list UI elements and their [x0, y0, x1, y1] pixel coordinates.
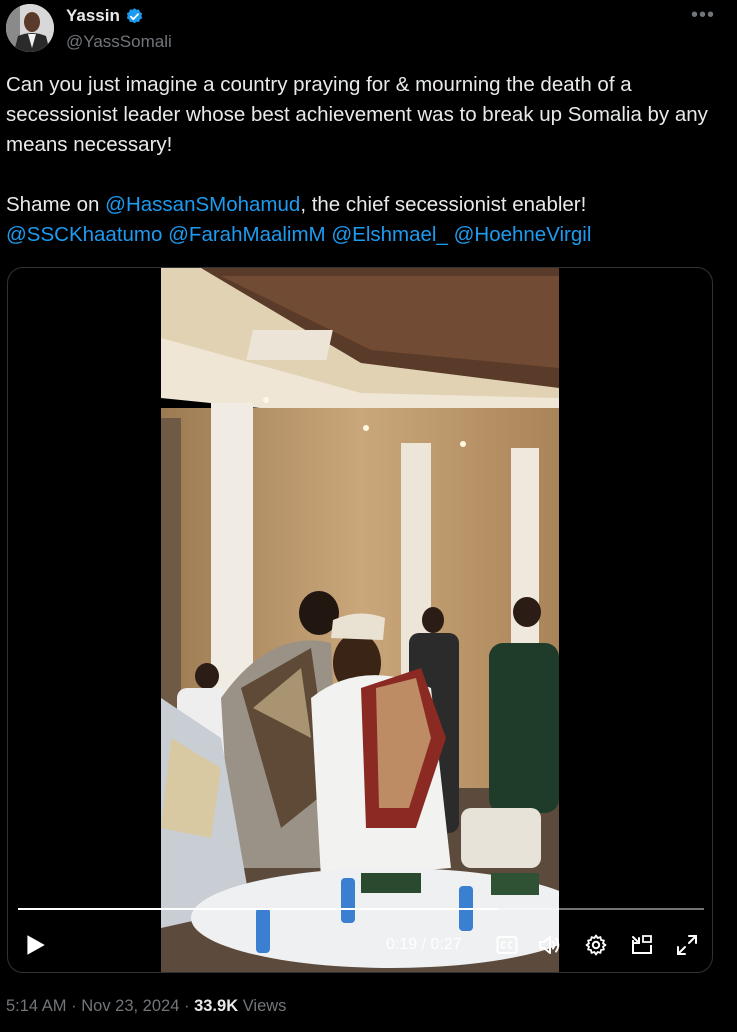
- tweet-text: Can you just imagine a country praying f…: [6, 70, 731, 250]
- tweet-text-prefix: Shame on: [6, 193, 106, 216]
- mention-link[interactable]: @Elshmael_: [331, 223, 448, 246]
- verified-badge-icon: [125, 7, 144, 26]
- avatar[interactable]: [6, 4, 54, 52]
- closed-captions-icon: [496, 936, 518, 954]
- settings-button[interactable]: [584, 933, 608, 957]
- fullscreen-icon: [677, 935, 697, 955]
- tweet-time[interactable]: 5:14 AM: [6, 997, 67, 1015]
- tweet-paragraph-2: Shame on @HassanSMohamud, the chief sece…: [6, 190, 731, 220]
- views-count: 33.9K: [194, 997, 239, 1015]
- mention-link[interactable]: @SSCKhaatumo: [6, 223, 162, 246]
- video-time: 0:19 / 0:27: [386, 936, 462, 954]
- picture-in-picture-icon: [632, 935, 652, 954]
- tweet-mentions: @SSCKhaatumo @FarahMaalimM @Elshmael_ @H…: [6, 220, 731, 250]
- video-progress-fill: [18, 908, 499, 910]
- current-time: 0:19: [386, 936, 418, 953]
- mention-link[interactable]: @HoehneVirgil: [454, 223, 592, 246]
- meta-separator: ·: [71, 997, 77, 1015]
- tweet-date[interactable]: Nov 23, 2024: [81, 997, 179, 1015]
- mention-link[interactable]: @FarahMaalimM: [168, 223, 326, 246]
- avatar-image: [6, 4, 54, 52]
- meta-separator: ·: [183, 997, 190, 1015]
- tweet-paragraph-1: Can you just imagine a country praying f…: [6, 73, 708, 156]
- gear-icon: [585, 934, 607, 956]
- video-progress-bar[interactable]: [18, 908, 704, 910]
- tweet-text-suffix: , the chief secessionist enabler!: [300, 193, 587, 216]
- time-separator: /: [421, 936, 427, 953]
- volume-icon: [539, 936, 560, 954]
- video-thumbnail-image: [161, 268, 559, 972]
- more-options-icon[interactable]: •••: [691, 4, 715, 27]
- author-display-name[interactable]: Yassin: [66, 6, 120, 26]
- video-player[interactable]: 0:19 / 0:27: [7, 267, 713, 973]
- volume-button[interactable]: [538, 934, 562, 956]
- author-name-row: Yassin: [66, 6, 144, 26]
- closed-captions-button[interactable]: [496, 935, 518, 955]
- play-button[interactable]: [22, 932, 48, 958]
- views-label: Views: [242, 997, 287, 1015]
- picture-in-picture-button[interactable]: [630, 934, 654, 956]
- author-handle[interactable]: @YassSomali: [66, 32, 172, 52]
- play-icon: [27, 935, 45, 955]
- fullscreen-button[interactable]: [676, 934, 698, 956]
- video-frame[interactable]: [161, 268, 559, 972]
- tweet-meta: 5:14 AM · Nov 23, 2024 · 33.9K Views: [6, 997, 286, 1016]
- mention-link[interactable]: @HassanSMohamud: [105, 193, 300, 216]
- duration: 0:27: [430, 936, 462, 953]
